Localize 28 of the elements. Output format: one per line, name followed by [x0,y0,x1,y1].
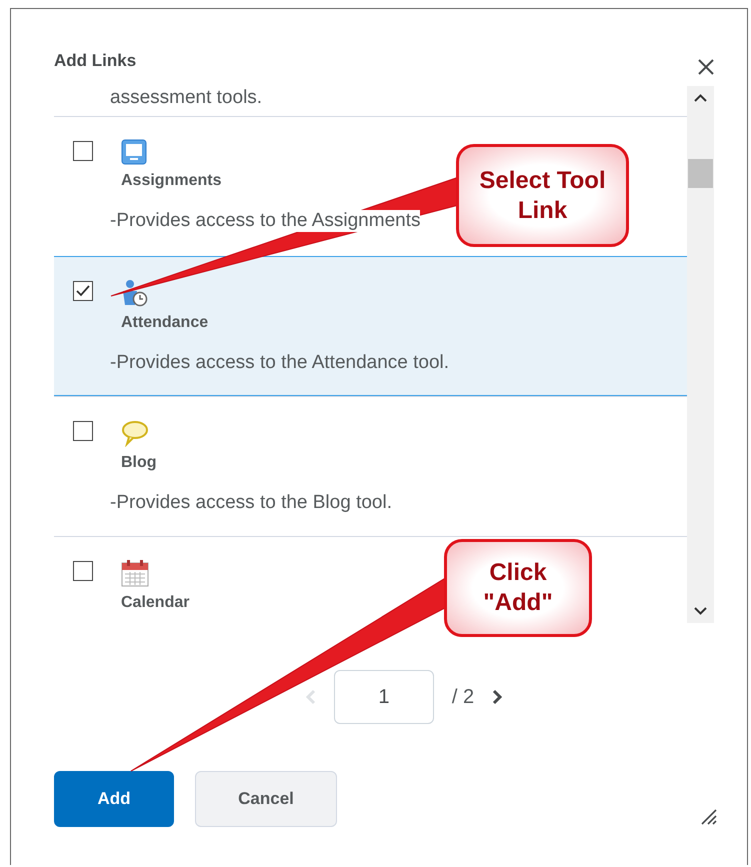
next-page-icon[interactable] [492,689,502,705]
description-text: assessment tools. [110,86,264,110]
checkbox[interactable] [73,141,93,161]
tool-label: Assignments [121,172,222,190]
tool-description: -Provides access to the Blog tool. [110,492,392,514]
tool-label: Attendance [121,314,208,332]
monitor-icon [121,139,147,165]
cancel-button[interactable]: Cancel [195,771,337,827]
dialog-title: Add Links [54,51,136,71]
checkbox[interactable] [73,561,93,581]
resize-grip-icon[interactable] [701,809,717,825]
tool-label: Blog [121,454,157,472]
close-icon[interactable] [698,59,714,75]
callout: Select Tool Link [456,144,629,247]
calendar-icon [121,559,149,587]
speech-bubble-icon [121,419,149,447]
callout: Click "Add" [444,539,592,637]
checkbox[interactable] [73,421,93,441]
scroll-down-icon[interactable] [694,607,707,615]
add-button[interactable]: Add [54,771,174,827]
page-total: / 2 [452,686,474,708]
tool-description: -Provides access to the Assignments [110,210,420,232]
checkbox[interactable] [73,281,93,301]
scrollbar[interactable] [687,86,714,623]
page-input[interactable]: 1 [334,670,434,724]
tool-label: Calendar [121,594,190,612]
scrollbar-thumb[interactable] [688,159,713,188]
scroll-up-icon[interactable] [694,94,707,102]
